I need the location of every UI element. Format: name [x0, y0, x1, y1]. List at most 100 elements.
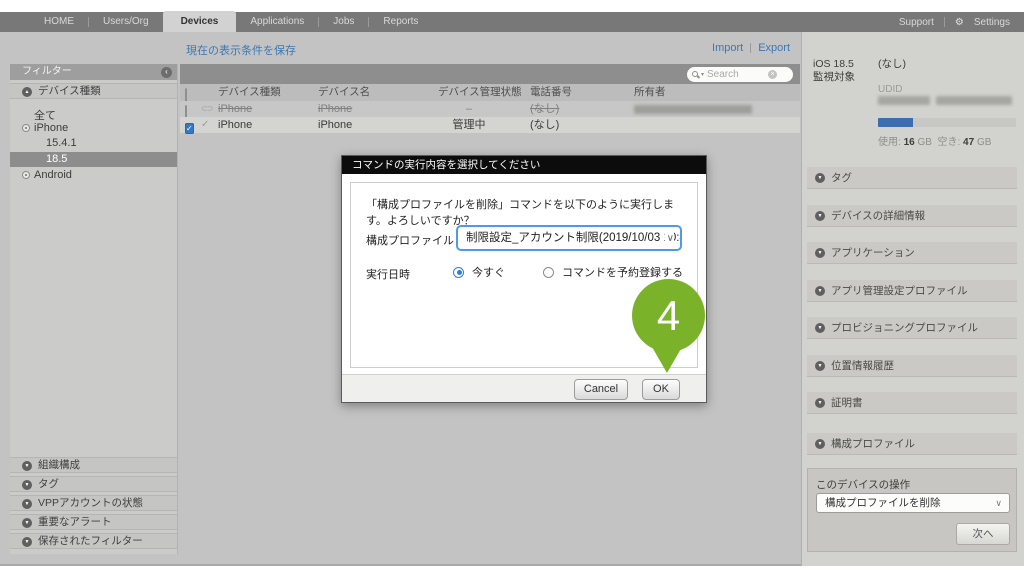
- chevron-down-icon: ▼: [815, 439, 825, 449]
- nav-utilities: Support ⚙ Settings: [899, 12, 1010, 32]
- next-button[interactable]: 次へ: [956, 523, 1010, 545]
- storage-used-fill: [878, 118, 913, 127]
- radio-schedule-label: コマンドを予約登録する: [562, 264, 683, 280]
- table-row[interactable]: ⊂⊃ iPhone iPhone – (なし): [180, 101, 800, 117]
- radio-icon: [22, 171, 30, 179]
- device-actions-title: このデバイスの操作: [816, 477, 910, 492]
- chevron-down-icon: ▼: [815, 361, 825, 371]
- panel-section-applications[interactable]: ▼ アプリケーション: [807, 242, 1017, 264]
- panel-section-location-history[interactable]: ▼ 位置情報履歴: [807, 355, 1017, 377]
- cell-phone: (なし): [530, 101, 559, 117]
- device-actions-box: このデバイスの操作 構成プロファイルを削除 ∨ 次へ: [807, 468, 1017, 552]
- modal-footer: Cancel OK: [342, 374, 706, 402]
- tab-reports[interactable]: Reports: [369, 12, 432, 32]
- modal-message: 「構成プロファイルを削除」コマンドを以下のように実行します。よろしいですか？: [366, 196, 686, 228]
- link-separator: [750, 43, 751, 53]
- filter-item-iphone[interactable]: iPhone: [34, 122, 68, 134]
- cell-device-type: iPhone: [218, 101, 252, 117]
- nav-tabs: HOME Users/Org Devices Applications Jobs…: [30, 12, 432, 32]
- chevron-down-icon: ▼: [22, 461, 32, 471]
- check-icon: ✓: [201, 117, 209, 133]
- radio-schedule[interactable]: [543, 267, 554, 278]
- cancel-button[interactable]: Cancel: [574, 379, 628, 400]
- tab-jobs[interactable]: Jobs: [319, 12, 368, 32]
- chevron-down-icon: ▼: [22, 518, 32, 528]
- tab-applications[interactable]: Applications: [236, 12, 318, 32]
- chevron-down-icon: ▼: [815, 286, 825, 296]
- panel-section-provisioning-profile[interactable]: ▼ プロビジョニングプロファイル: [807, 317, 1017, 339]
- cell-mgmt-status: 管理中: [438, 117, 500, 133]
- collapse-sidebar-button[interactable]: ‹: [161, 67, 172, 78]
- tab-home[interactable]: HOME: [30, 12, 88, 32]
- ok-button[interactable]: OK: [642, 379, 680, 400]
- app-window: HOME Users/Org Devices Applications Jobs…: [0, 0, 1024, 576]
- nav-separator: [944, 17, 945, 27]
- chevron-up-icon: ▲: [22, 87, 32, 97]
- cell-mgmt-status: –: [438, 101, 500, 117]
- export-link[interactable]: Export: [758, 42, 790, 54]
- device-action-select[interactable]: 構成プロファイルを削除 ∨: [816, 493, 1010, 513]
- filter-item-ios-185-selected[interactable]: 18.5: [10, 152, 177, 167]
- clear-search-icon[interactable]: ×: [768, 70, 777, 79]
- filter-panel-header: フィルター: [10, 64, 177, 80]
- chevron-down-icon: ▼: [22, 499, 32, 509]
- sidebar-section-saved-filters[interactable]: ▼ 保存されたフィルター: [10, 533, 177, 549]
- filter-item-ios-1541[interactable]: 15.4.1: [46, 137, 77, 149]
- save-display-conditions-link[interactable]: 現在の表示条件を保存: [186, 42, 296, 58]
- chevron-down-icon: ▼: [22, 480, 32, 490]
- chevron-down-icon: ∨: [995, 494, 1002, 512]
- filter-item-android[interactable]: Android: [34, 169, 72, 181]
- tab-users-org[interactable]: Users/Org: [89, 12, 163, 32]
- datetime-field-label: 実行日時: [366, 266, 410, 282]
- import-export-links: Import Export: [660, 42, 790, 54]
- search-box: ▾ ×: [687, 67, 793, 82]
- chevron-down-icon: ▼: [815, 211, 825, 221]
- cell-device-name: iPhone: [318, 101, 352, 117]
- search-scope-caret-icon[interactable]: ▾: [701, 71, 704, 78]
- import-link[interactable]: Import: [712, 42, 743, 54]
- panel-section-certificates[interactable]: ▼ 証明書: [807, 392, 1017, 414]
- phone-value: (なし): [878, 56, 906, 71]
- column-header-device-type[interactable]: デバイス種類: [218, 84, 281, 101]
- select-all-checkbox[interactable]: [185, 88, 187, 102]
- modal-title: コマンドの実行内容を選択してください: [342, 156, 706, 174]
- chevron-down-icon: ▼: [815, 248, 825, 258]
- panel-section-tags[interactable]: ▼ タグ: [807, 167, 1017, 189]
- os-version: iOS 18.5: [813, 58, 855, 71]
- column-header-owner[interactable]: 所有者: [634, 84, 666, 101]
- cell-owner-redacted: [634, 105, 752, 114]
- config-profile-select[interactable]: 制限設定_アカウント制限(2019/10/03 10:45:3 ∨: [456, 225, 682, 251]
- tab-devices[interactable]: Devices: [163, 11, 237, 32]
- search-input[interactable]: [707, 69, 765, 80]
- row-checkbox-checked[interactable]: ✓: [185, 123, 194, 134]
- panel-section-device-details[interactable]: ▼ デバイスの詳細情報: [807, 205, 1017, 227]
- table-row[interactable]: ✓ ✓ iPhone iPhone 管理中 (なし): [180, 117, 800, 133]
- sidebar-section-org[interactable]: ▼ 組織構成: [10, 457, 177, 473]
- top-nav: HOME Users/Org Devices Applications Jobs…: [0, 12, 1024, 32]
- column-header-device-name[interactable]: デバイス名: [318, 84, 370, 101]
- search-icon: [692, 71, 698, 77]
- udid-label: UDID: [878, 84, 902, 95]
- filter-item-all[interactable]: 全て: [34, 107, 56, 123]
- device-os-info: iOS 18.5 監視対象: [813, 58, 855, 84]
- sidebar-section-alerts[interactable]: ▼ 重要なアラート: [10, 514, 177, 530]
- chevron-down-icon: ▼: [815, 173, 825, 183]
- cell-device-name: iPhone: [318, 117, 352, 133]
- cell-device-type: iPhone: [218, 117, 252, 133]
- sidebar-section-tags[interactable]: ▼ タグ: [10, 476, 177, 492]
- support-link[interactable]: Support: [899, 17, 934, 28]
- annotation-step-badge: 4: [632, 279, 705, 352]
- column-header-mgmt-status[interactable]: デバイス管理状態: [438, 84, 522, 101]
- sidebar-section-vpp-account[interactable]: ▼ VPPアカウントの状態: [10, 495, 177, 511]
- broken-link-icon: ⊂⊃: [201, 101, 212, 117]
- column-header-phone[interactable]: 電話番号: [530, 84, 572, 101]
- supervised-label: 監視対象: [813, 71, 855, 84]
- annotation-step-number: 4: [632, 279, 705, 352]
- settings-link[interactable]: Settings: [974, 17, 1010, 28]
- radio-now[interactable]: [453, 267, 464, 278]
- storage-progress-bar: [878, 118, 1016, 127]
- chevron-down-icon: ▼: [815, 398, 825, 408]
- sidebar-section-device-type[interactable]: ▲ デバイス種類: [10, 83, 177, 99]
- panel-section-app-mgmt-profile[interactable]: ▼ アプリ管理設定プロファイル: [807, 280, 1017, 302]
- panel-section-config-profiles[interactable]: ▼ 構成プロファイル: [807, 433, 1017, 455]
